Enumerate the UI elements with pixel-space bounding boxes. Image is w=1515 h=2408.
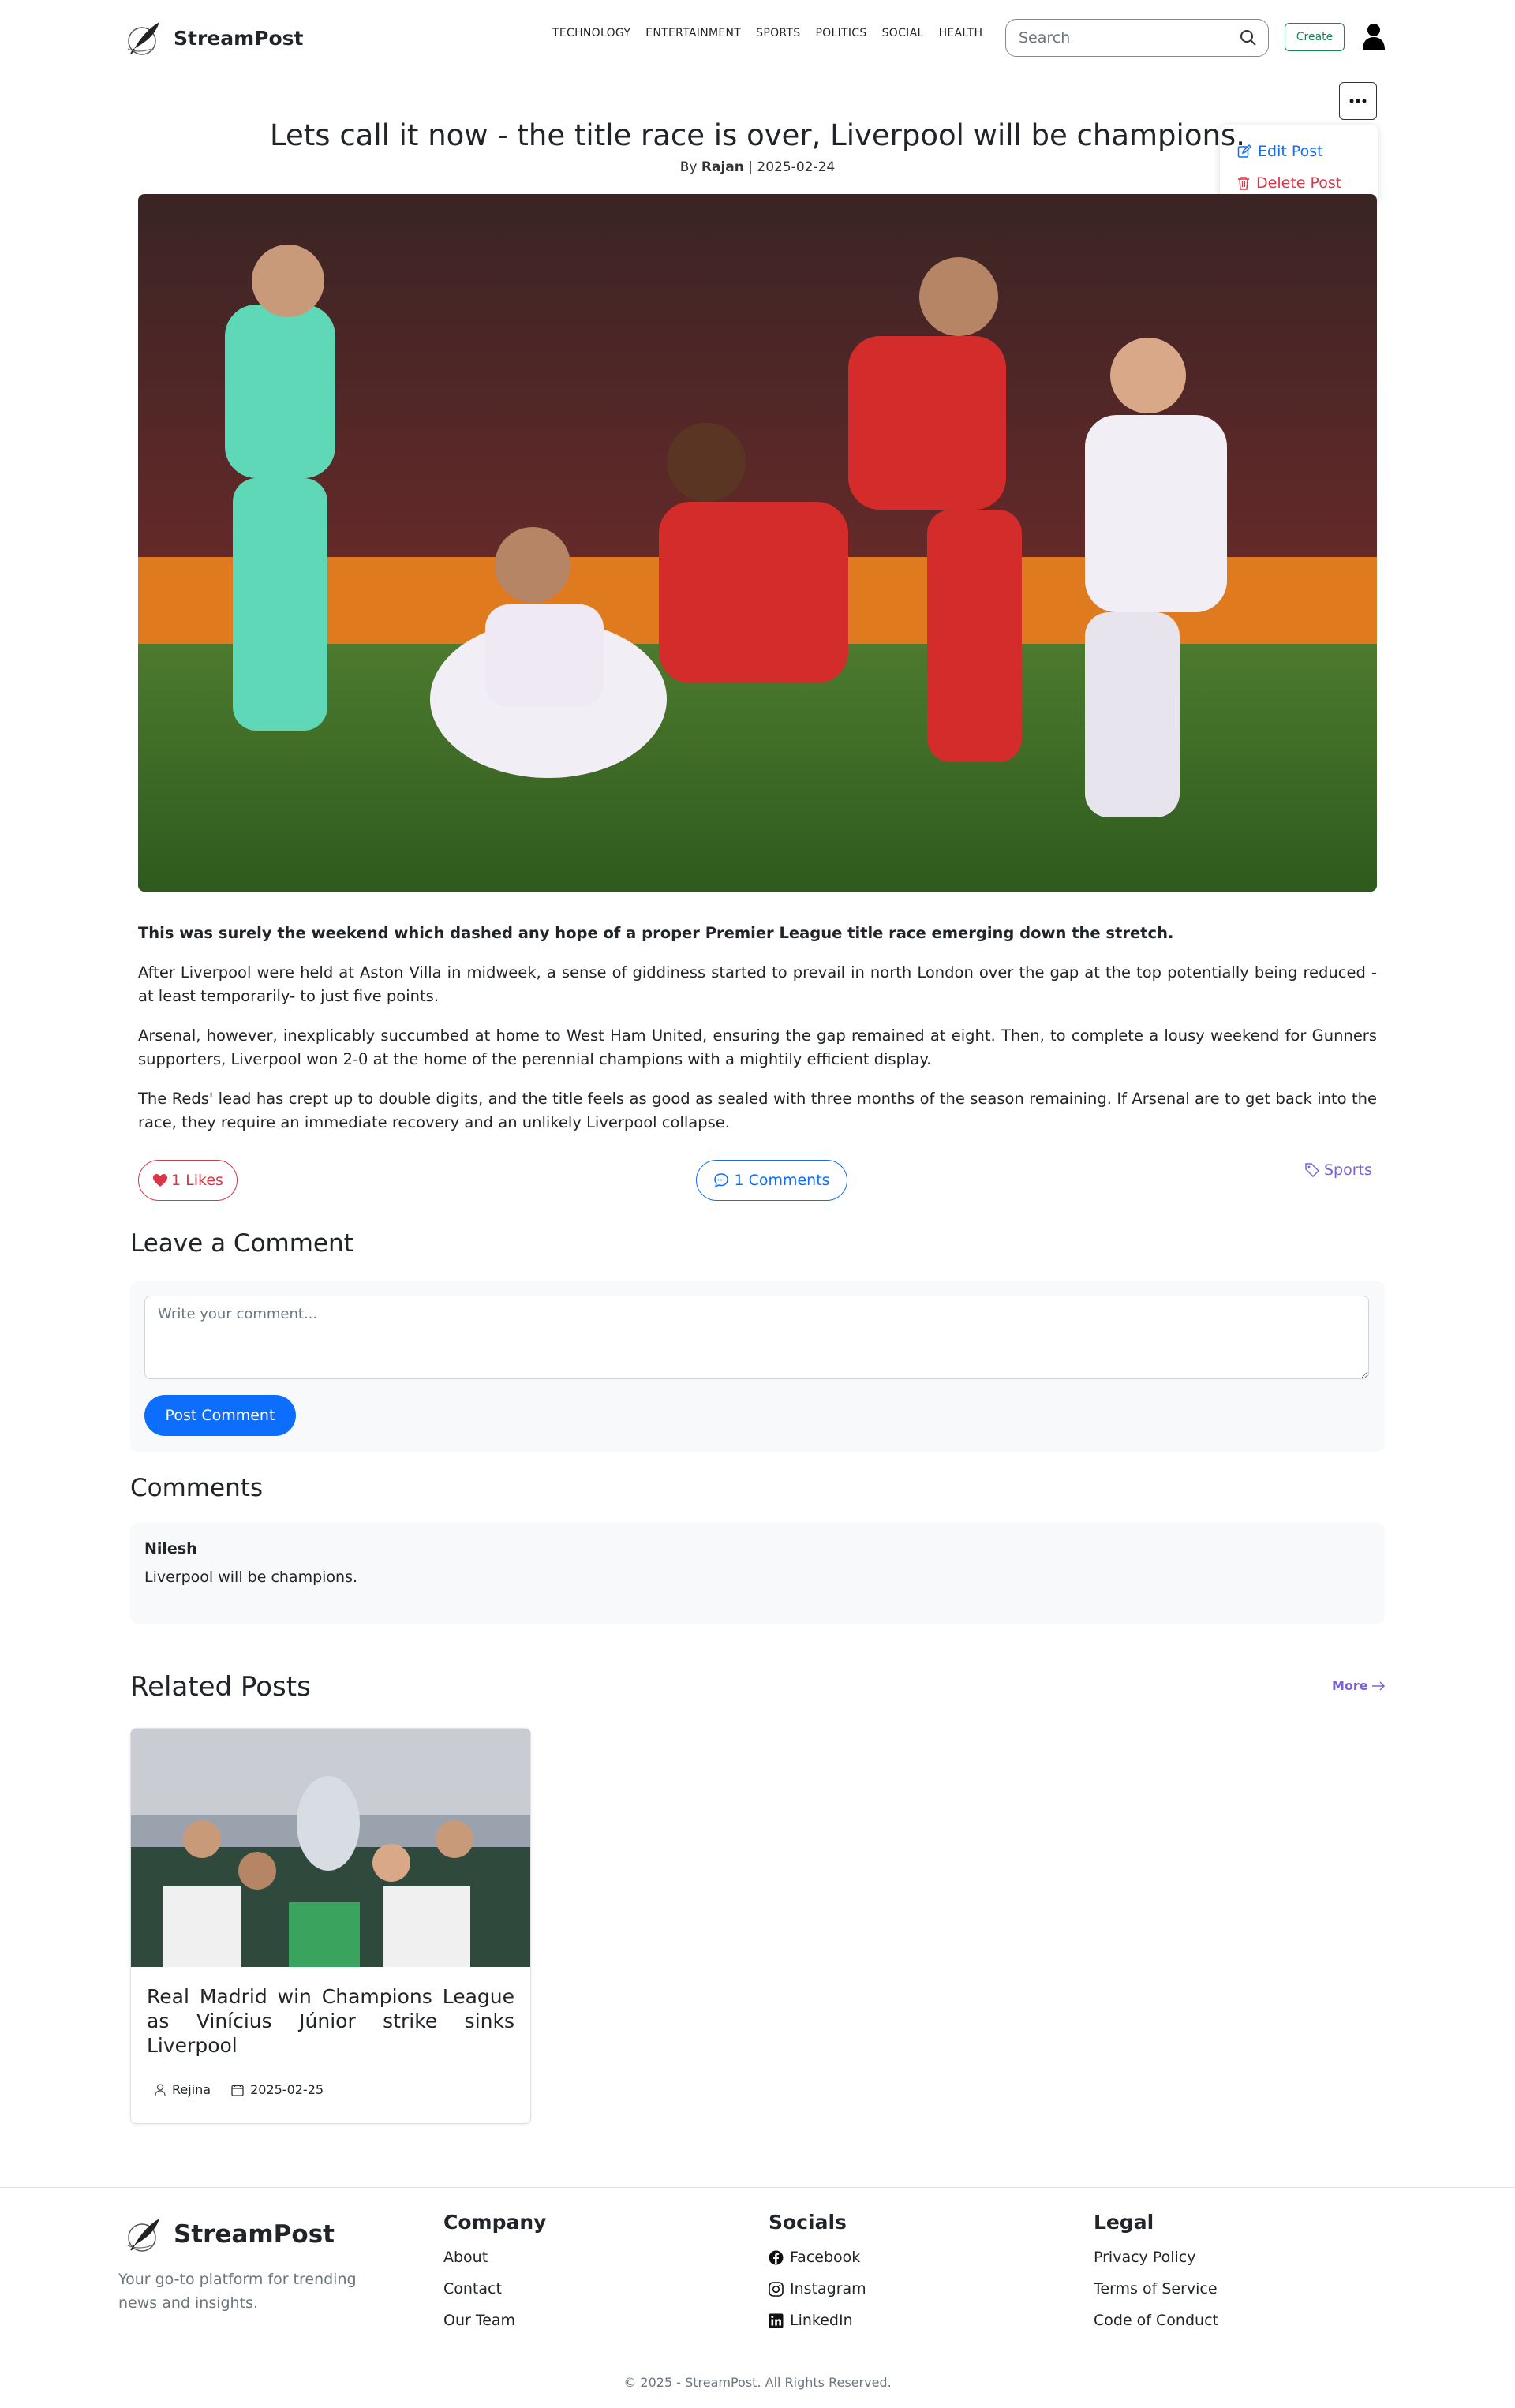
delete-post-label: Delete Post xyxy=(1256,174,1342,192)
by-prefix: By xyxy=(679,159,698,175)
more-dots-icon xyxy=(1349,99,1367,103)
tag-label: Sports xyxy=(1324,1161,1372,1179)
brand-logo[interactable]: StreamPost xyxy=(123,16,304,60)
more-label: More xyxy=(1332,1678,1368,1693)
related-post-title: Real Madrid win Champions League as Viní… xyxy=(147,1985,514,2057)
trash-icon xyxy=(1238,177,1249,190)
leave-comment-heading: Leave a Comment xyxy=(130,1229,354,1258)
comments-button[interactable]: 1 Comments xyxy=(696,1160,847,1201)
tag-icon xyxy=(1305,1163,1319,1177)
more-related-link[interactable]: More xyxy=(1332,1678,1386,1693)
heart-icon xyxy=(153,1174,168,1187)
post-author[interactable]: Rajan xyxy=(701,159,744,175)
brand-name: StreamPost xyxy=(174,26,304,50)
footer-brand-name: StreamPost xyxy=(174,2220,335,2249)
post-options-button[interactable] xyxy=(1339,82,1377,120)
footer-link-terms-of-service[interactable]: Terms of Service xyxy=(1094,2273,1218,2305)
like-button[interactable]: 1 Likes xyxy=(138,1160,238,1201)
footer-copyright: © 2025 - StreamPost. All Rights Reserved… xyxy=(623,2375,892,2390)
search-icon[interactable] xyxy=(1240,29,1257,47)
related-posts-heading: Related Posts xyxy=(130,1671,311,1703)
post-category-tag[interactable]: Sports xyxy=(1305,1161,1372,1179)
facebook-label: Facebook xyxy=(790,2249,861,2266)
post-paragraph: After Liverpool were held at Aston Villa… xyxy=(138,963,1377,1005)
chat-bubble-icon xyxy=(714,1173,729,1188)
comment-form: Post Comment xyxy=(130,1281,1385,1452)
related-author: Rejina xyxy=(155,2082,211,2097)
post-meta: By Rajan | 2025-02-24 xyxy=(0,159,1515,175)
footer-tagline: Your go-to platform for trending news an… xyxy=(118,2271,357,2312)
main-nav: TECHNOLOGY ENTERTAINMENT SPORTS POLITICS… xyxy=(552,27,982,39)
footer-legal-heading: Legal xyxy=(1094,2211,1154,2234)
user-profile-icon[interactable] xyxy=(1362,22,1386,50)
arrow-right-icon xyxy=(1371,1681,1385,1691)
footer-link-instagram[interactable]: Instagram xyxy=(769,2273,866,2305)
create-button[interactable]: Create xyxy=(1285,23,1345,51)
post-body: This was surely the weekend which dashed… xyxy=(138,922,1377,1150)
nav-item-health[interactable]: HEALTH xyxy=(939,27,983,39)
meta-separator: | xyxy=(748,159,754,175)
quill-logo-icon xyxy=(127,2219,159,2252)
nav-item-social[interactable]: SOCIAL xyxy=(882,27,924,39)
related-date: 2025-02-25 xyxy=(231,2082,324,2097)
comment-author: Nilesh xyxy=(144,1540,197,1557)
footer-socials-heading: Socials xyxy=(769,2211,847,2234)
footer-brand[interactable]: StreamPost xyxy=(123,2214,335,2255)
footer-link-linkedin[interactable]: LinkedIn xyxy=(769,2305,866,2336)
user-icon xyxy=(155,2083,166,2096)
footer-socials-column: Socials Facebook Instagram LinkedIn xyxy=(769,2211,866,2336)
footer-link-our-team[interactable]: Our Team xyxy=(443,2305,546,2336)
post-paragraph: Arsenal, however, inexplicably succumbed… xyxy=(138,1026,1377,1068)
search-input[interactable] xyxy=(1019,29,1240,47)
nav-item-entertainment[interactable]: ENTERTAINMENT xyxy=(645,27,741,39)
footer-link-code-of-conduct[interactable]: Code of Conduct xyxy=(1094,2305,1218,2336)
footer-company-heading: Company xyxy=(443,2211,547,2234)
comments-count: 1 Comments xyxy=(734,1172,830,1189)
likes-count: 1 Likes xyxy=(171,1172,223,1189)
calendar-icon xyxy=(231,2084,244,2096)
post-date: 2025-02-24 xyxy=(757,159,836,175)
post-title: Lets call it now - the title race is ove… xyxy=(270,118,1245,152)
post-paragraph: This was surely the weekend which dashed… xyxy=(138,924,1174,942)
footer-link-contact[interactable]: Contact xyxy=(443,2273,546,2305)
footer-link-about[interactable]: About xyxy=(443,2242,546,2273)
post-comment-button[interactable]: Post Comment xyxy=(144,1395,296,1436)
footer-link-facebook[interactable]: Facebook xyxy=(769,2242,866,2273)
quill-logo-icon xyxy=(127,22,159,55)
comment-textarea[interactable] xyxy=(144,1296,1369,1379)
facebook-icon xyxy=(769,2250,784,2264)
related-post-card[interactable]: Real Madrid win Champions League as Viní… xyxy=(130,1728,531,2124)
linkedin-label: LinkedIn xyxy=(790,2312,853,2329)
nav-item-technology[interactable]: TECHNOLOGY xyxy=(552,27,630,39)
footer-company-column: Company About Contact Our Team xyxy=(443,2211,546,2336)
footer-divider xyxy=(0,2187,1515,2188)
nav-item-politics[interactable]: POLITICS xyxy=(815,27,866,39)
footer-legal-column: Legal Privacy Policy Terms of Service Co… xyxy=(1094,2211,1218,2336)
search-box xyxy=(1005,19,1269,57)
comment-text: Liverpool will be champions. xyxy=(144,1569,358,1586)
instagram-icon xyxy=(769,2281,784,2297)
instagram-label: Instagram xyxy=(790,2280,866,2298)
related-date-value: 2025-02-25 xyxy=(250,2082,324,2097)
comment-item: Nilesh Liverpool will be champions. xyxy=(130,1523,1385,1624)
nav-item-sports[interactable]: SPORTS xyxy=(756,27,800,39)
post-hero-image xyxy=(138,194,1377,892)
comments-heading: Comments xyxy=(130,1474,264,1502)
related-post-image xyxy=(131,1729,530,1967)
linkedin-icon xyxy=(769,2313,784,2328)
related-post-meta: Rejina 2025-02-25 xyxy=(155,2082,324,2097)
post-paragraph: The Reds' lead has crept up to double di… xyxy=(138,1090,1377,1131)
footer-link-privacy-policy[interactable]: Privacy Policy xyxy=(1094,2242,1218,2273)
related-author-name: Rejina xyxy=(172,2082,211,2097)
